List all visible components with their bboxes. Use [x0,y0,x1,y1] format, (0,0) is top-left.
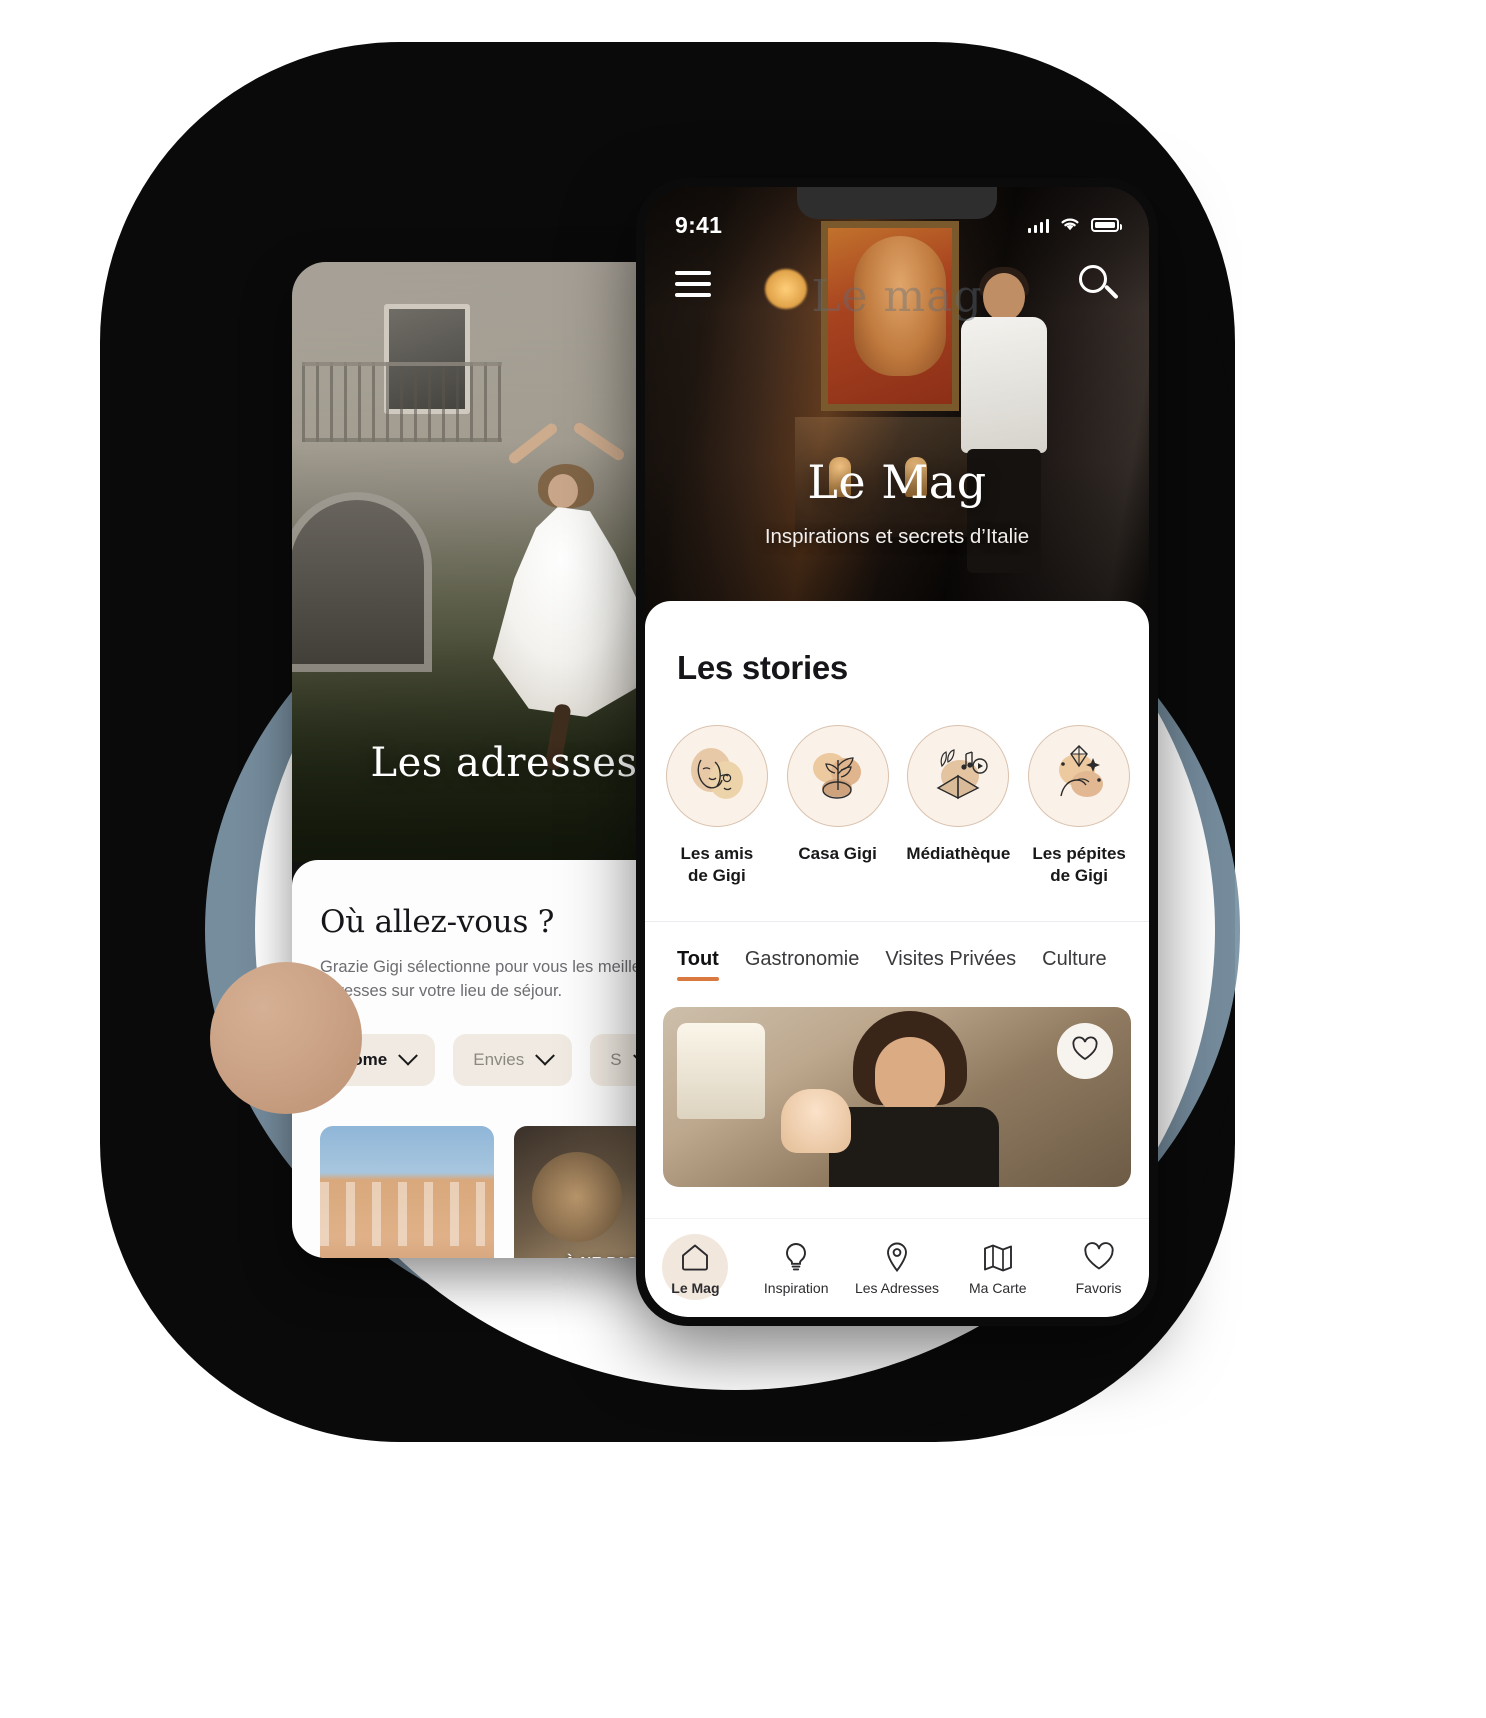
plant-vase-illustration-icon [800,736,876,817]
top-app-bar [645,253,1149,315]
stories-section-title: Les stories [677,649,848,686]
dancer-dress [492,507,655,717]
decorative-tan-circle [210,962,362,1114]
dancer-head [548,474,578,508]
bottom-navigation-bar: Le Mag Inspiration Les Adresses Ma Carte… [645,1219,1149,1317]
tab-visites-privees-label: Visites Privées [885,948,1017,971]
story-item-label: Les amis de Gigi [680,844,754,886]
heart-icon [1082,1240,1116,1274]
lightbulb-icon [779,1240,813,1274]
nav-item-les-adresses-label: Les Adresses [854,1280,940,1296]
story-item-les-pepites-de-gigi[interactable]: Les pépites de Gigi [1021,725,1137,887]
article-card[interactable] [663,1007,1131,1188]
nav-item-inspiration[interactable]: Inspiration [748,1240,844,1296]
tab-visites-privees[interactable]: Visites Privées [885,948,1016,981]
nav-item-ma-carte-label: Ma Carte [968,1280,1027,1296]
left-card-row: SE LOGER À NE PAS MANQUER [320,1125,688,1258]
map-pin-icon [880,1240,914,1274]
story-avatar-ring [907,725,1010,827]
nav-item-le-mag[interactable]: Le Mag [647,1240,743,1296]
right-phone-mockup: Le mag 9:41 Le Mag Inspirations et secre… [636,178,1158,1326]
hero-title: Le Mag [807,455,987,509]
map-icon [981,1240,1015,1274]
phone-notch [797,187,997,219]
story-item-casa-gigi[interactable]: Casa Gigi [780,725,896,887]
battery-icon [1091,218,1122,232]
hamburger-menu-icon[interactable] [675,271,711,297]
book-music-play-illustration-icon [920,736,996,817]
chevron-down-icon [535,1045,556,1066]
story-avatar-ring [665,725,768,827]
chef-shirt [961,317,1047,453]
tab-tout-label: Tout [677,948,719,971]
right-phone-screen: Le mag 9:41 Le Mag Inspirations et secre… [645,187,1149,1317]
story-avatar-ring [786,725,889,827]
screenshot-stage: Les adresses Où allez-vous ? Grazie Gigi… [0,0,1486,1718]
portrait-hand [781,1089,851,1154]
nav-item-favoris[interactable]: Favoris [1051,1240,1147,1296]
search-icon[interactable] [1077,263,1119,305]
story-item-les-amis-de-gigi[interactable]: Les amis de Gigi [659,725,775,887]
dancer-right-arm [571,420,627,463]
cellular-signal-icon [1027,217,1049,233]
heart-outline-icon [1071,1036,1099,1067]
dancer-left-arm [506,421,560,466]
tab-culture[interactable]: Culture [1042,948,1106,981]
status-indicators [1027,214,1122,237]
filter-chip-envies-label: Envies [473,1049,525,1069]
category-card-se-loger[interactable]: SE LOGER [320,1125,494,1258]
hand-diamond-illustration-icon [1041,736,1117,817]
wifi-icon [1058,214,1082,237]
tab-gastronomie-label: Gastronomie [744,948,860,971]
left-sheet-heading: Où allez-vous ? [320,904,555,940]
filter-chip-third-label: S [610,1049,622,1069]
hero-arch-decor [292,492,432,672]
content-sheet: Les stories Les amis de Gigi Casa Gigi M… [645,601,1149,1317]
nav-item-les-adresses[interactable]: Les Adresses [849,1240,945,1296]
portrait-body [829,1107,999,1188]
stories-row: Les amis de Gigi Casa Gigi Médiathèque L… [645,687,1149,887]
story-avatar-ring [1028,725,1131,827]
nav-item-favoris-label: Favoris [1075,1280,1122,1296]
favorite-button[interactable] [1057,1023,1113,1080]
nav-item-inspiration-label: Inspiration [763,1280,829,1296]
nav-item-ma-carte[interactable]: Ma Carte [950,1240,1046,1296]
filter-chip-envies[interactable]: Envies [453,1033,573,1086]
article-lamp-decor [677,1023,765,1120]
story-item-label: Les pépites de Gigi [1032,844,1126,886]
hero-subtitle: Inspirations et secrets d’Italie [764,525,1030,548]
destination-filter-row: Rome Envies S [320,1033,688,1086]
tab-gastronomie[interactable]: Gastronomie [745,948,860,981]
nav-item-le-mag-label: Le Mag [671,1280,720,1296]
chevron-down-icon [398,1045,419,1066]
tab-tout[interactable]: Tout [677,948,719,982]
story-item-label: Médiathèque [906,844,1011,863]
story-item-mediatheque[interactable]: Médiathèque [901,725,1017,887]
status-time: 9:41 [675,211,723,238]
story-item-label: Casa Gigi [798,844,877,863]
portrait-face [875,1037,945,1118]
article-portrait-figure [823,1011,999,1188]
home-icon [678,1240,712,1274]
category-tabs: Tout Gastronomie Visites Privées Culture [645,922,1149,982]
two-faces-illustration-icon [679,736,755,817]
left-sheet-paragraph: Grazie Gigi sélectionne pour vous les me… [320,958,674,1000]
tab-culture-label: Culture [1042,948,1107,971]
